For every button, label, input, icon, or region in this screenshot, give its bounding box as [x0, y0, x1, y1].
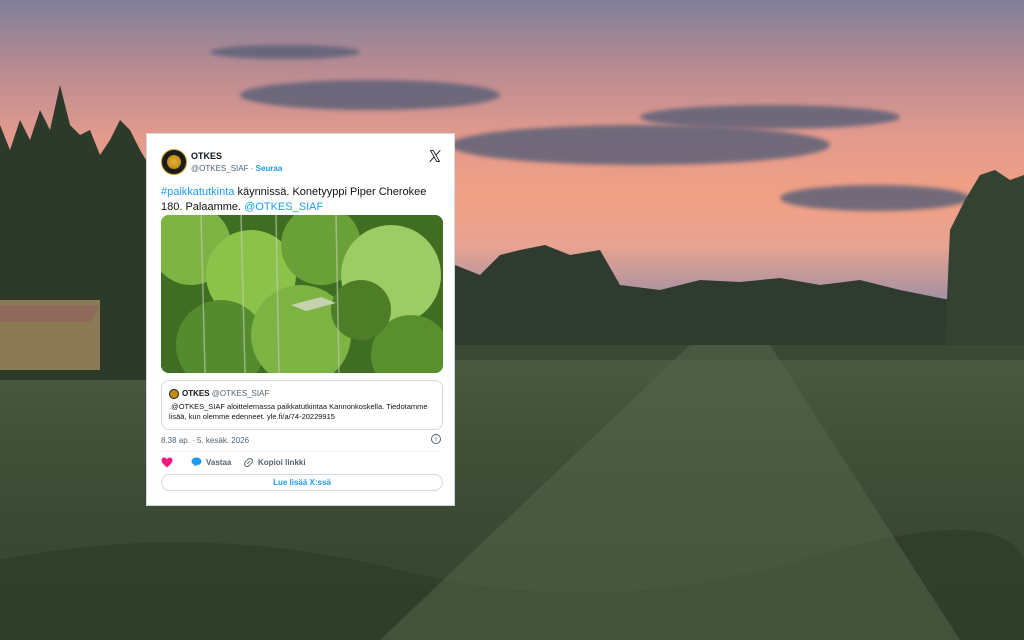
author-handle-line: @OTKES_SIAF · Seuraa	[191, 164, 282, 173]
info-icon[interactable]: i	[431, 434, 441, 444]
reply-icon	[191, 457, 202, 467]
mention-link[interactable]: @OTKES_SIAF	[244, 201, 323, 213]
quote-author-handle: @OTKES_SIAF	[211, 389, 270, 398]
quote-author: OTKES @OTKES_SIAF	[182, 389, 269, 398]
x-logo-icon[interactable]	[428, 149, 442, 163]
tweet-header: OTKES @OTKES_SIAF · Seuraa	[161, 149, 442, 177]
separator: ·	[250, 164, 254, 173]
link-icon	[244, 458, 253, 467]
reply-button[interactable]: Vastaa	[191, 457, 231, 467]
author-handle[interactable]: @OTKES_SIAF	[191, 164, 248, 173]
heart-icon	[161, 457, 173, 468]
avatar[interactable]	[161, 149, 187, 175]
author-name[interactable]: OTKES	[191, 151, 222, 161]
copy-link-button[interactable]: Kopioi linkki	[243, 457, 306, 468]
like-button[interactable]	[161, 457, 173, 468]
hashtag-link[interactable]: #paikkatutkinta	[161, 186, 234, 198]
forest-photo	[161, 215, 443, 373]
tweet-text: #paikkatutkinta käynnissä. Konetyyppi Pi…	[161, 185, 441, 215]
divider	[161, 451, 442, 452]
quoted-tweet[interactable]: OTKES @OTKES_SIAF .@OTKES_SIAF aloittele…	[161, 380, 443, 430]
read-more-button[interactable]: Lue lisää X:ssä	[161, 474, 443, 491]
tweet-photo[interactable]	[161, 215, 443, 373]
reply-label: Vastaa	[206, 457, 232, 467]
follow-button[interactable]: Seuraa	[256, 164, 283, 173]
copy-link-label: Kopioi linkki	[258, 458, 306, 467]
quote-avatar	[169, 389, 179, 399]
quote-text: .@OTKES_SIAF aloittelemassa paikkatutkin…	[169, 402, 428, 421]
timestamp[interactable]: 8.38 ap. · 5. kesäk. 2026	[161, 436, 249, 445]
quote-author-name: OTKES	[182, 389, 210, 398]
embedded-tweet[interactable]: OTKES @OTKES_SIAF · Seuraa #paikkatutkin…	[146, 133, 455, 506]
